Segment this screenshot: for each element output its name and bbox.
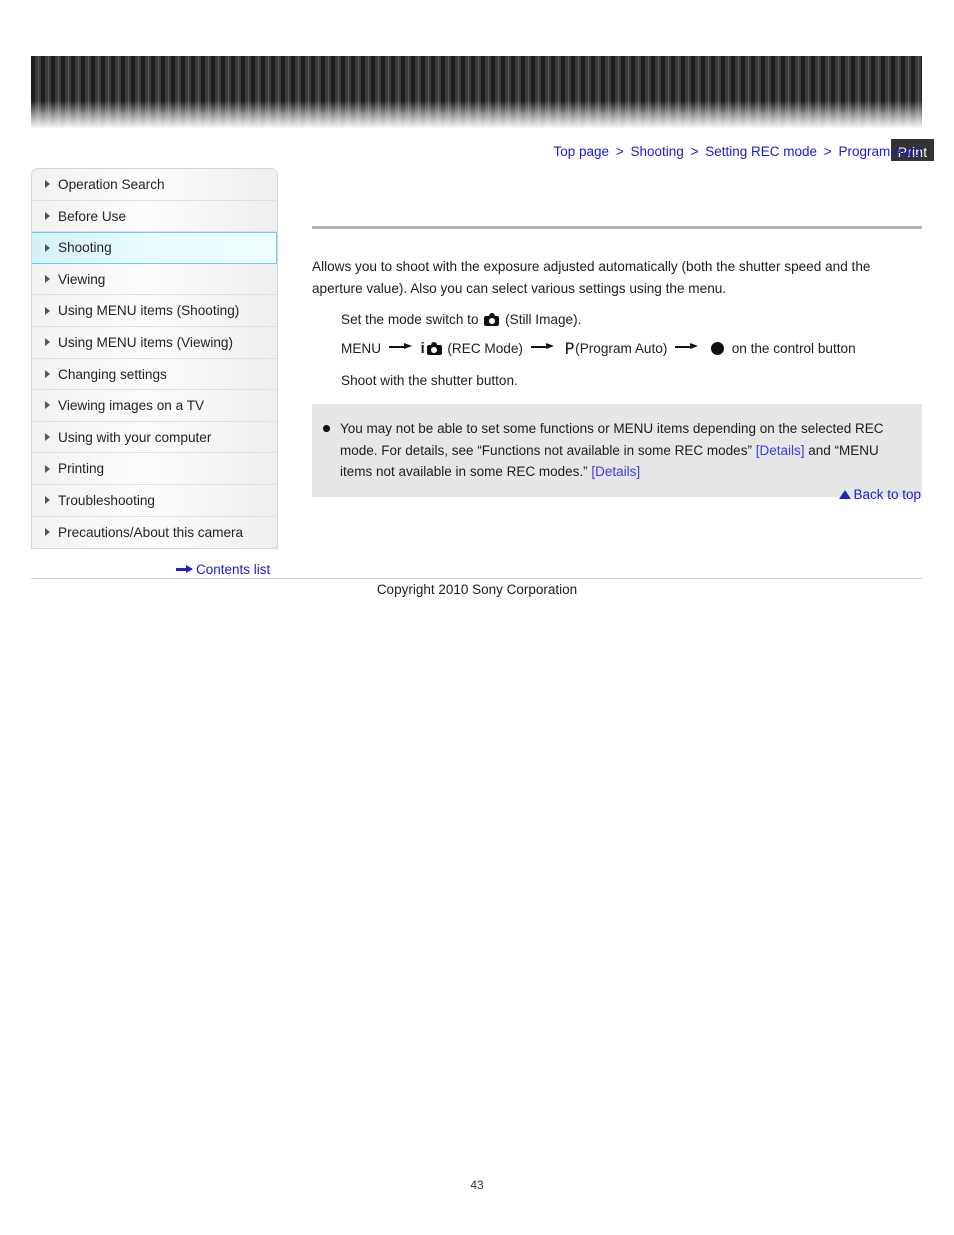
sidebar-item-viewing[interactable]: Viewing — [32, 263, 277, 296]
control-button-label: on the control button — [731, 341, 856, 356]
step-menu-path: MENU i (REC Mode) P(Program Auto) on the… — [341, 337, 922, 361]
arrow-right-icon — [530, 342, 555, 352]
back-to-top-label: Back to top — [853, 487, 921, 502]
sidebar-item-using-menu-items-shooting[interactable]: Using MENU items (Shooting) — [32, 295, 277, 327]
chevron-right-icon — [45, 369, 50, 378]
sidebar-item-label: Shooting — [58, 240, 112, 256]
sidebar-item-label: Viewing images on a TV — [58, 398, 205, 414]
step-shoot-with-shutter: Shoot with the shutter button. — [341, 373, 518, 388]
menu-label: MENU — [341, 341, 382, 356]
note-row: You may not be able to set some function… — [312, 418, 922, 483]
sidebar-item-changing-settings[interactable]: Changing settings — [32, 358, 277, 391]
footer-divider — [31, 578, 922, 579]
chevron-right-icon — [45, 401, 50, 410]
chevron-right-icon — [45, 464, 50, 473]
sidebar-item-using-with-your-computer[interactable]: Using with your computer — [32, 421, 277, 454]
breadcrumb-item-setting-rec-mode[interactable]: Setting REC mode — [705, 144, 817, 159]
contents-list-link[interactable]: Contents list — [176, 562, 270, 577]
arrow-right-icon — [176, 565, 193, 574]
triangle-up-icon — [839, 490, 852, 499]
info-i-glyph: i — [420, 341, 425, 357]
rec-mode-camera-icon — [426, 342, 442, 355]
bullet-icon — [323, 425, 330, 432]
sidebar-item-label: Using MENU items (Viewing) — [58, 334, 233, 350]
sidebar-item-operation-search[interactable]: Operation Search — [32, 169, 277, 201]
intro-paragraph: Allows you to shoot with the exposure ad… — [312, 259, 871, 296]
chevron-right-icon — [45, 433, 50, 442]
step-set-mode-switch: Set the mode switch to (Still Image). — [341, 308, 922, 332]
breadcrumb-item-program-auto[interactable]: Program Auto — [838, 144, 921, 159]
step1-text-before: Set the mode switch to — [341, 312, 479, 327]
arrow-right-icon — [675, 342, 699, 352]
sidebar-item-using-menu-items-viewing[interactable]: Using MENU items (Viewing) — [32, 326, 277, 359]
sidebar-item-label: Printing — [58, 461, 105, 477]
sidebar-item-label: Troubleshooting — [58, 492, 155, 508]
sidebar-item-printing[interactable]: Printing — [32, 453, 277, 485]
sidebar-item-label: Precautions/About this camera — [58, 524, 244, 540]
sidebar-item-label: Changing settings — [58, 366, 167, 382]
sidebar-item-label: Operation Search — [58, 177, 165, 192]
sidebar-item-label: Viewing — [58, 271, 106, 287]
sidebar-item-before-use[interactable]: Before Use — [32, 200, 277, 233]
breadcrumb-separator: > — [615, 144, 624, 159]
chevron-right-icon — [45, 338, 50, 347]
step1-text-after: (Still Image). — [505, 312, 582, 327]
back-to-top-link[interactable]: Back to top — [839, 487, 921, 502]
arrow-right-icon — [388, 342, 413, 352]
sidebar-item-precautions-about-this-camera[interactable]: Precautions/About this camera — [32, 516, 277, 549]
breadcrumb-separator: > — [823, 144, 832, 159]
still-image-camera-icon — [484, 313, 500, 326]
chevron-right-icon — [45, 528, 50, 537]
chevron-right-icon — [45, 496, 50, 505]
control-button-center-icon — [710, 342, 724, 355]
main-content: Allows you to shoot with the exposure ad… — [312, 226, 922, 393]
chevron-right-icon — [45, 211, 50, 220]
details-link-functions[interactable]: [Details] — [756, 443, 805, 458]
chevron-right-icon — [45, 306, 50, 315]
program-auto-p-icon: P — [564, 339, 575, 358]
breadcrumb-separator: > — [690, 144, 699, 159]
sidebar-item-label: Using MENU items (Shooting) — [58, 303, 240, 319]
details-link-menu-items[interactable]: [Details] — [591, 464, 640, 479]
content-divider — [312, 226, 922, 229]
chevron-right-icon — [45, 180, 50, 189]
sidebar-item-label: Using with your computer — [58, 429, 212, 445]
sidebar-item-shooting[interactable]: Shooting — [32, 232, 277, 264]
breadcrumb-item-shooting[interactable]: Shooting — [631, 144, 684, 159]
sidebar-item-troubleshooting[interactable]: Troubleshooting — [32, 484, 277, 517]
note-box: You may not be able to set some function… — [312, 404, 922, 497]
program-auto-label: (Program Auto) — [575, 341, 668, 356]
breadcrumb: Top page > Shooting > Setting REC mode >… — [554, 144, 921, 159]
copyright-text: Copyright 2010 Sony Corporation — [376, 582, 578, 597]
chevron-right-icon — [45, 243, 50, 252]
page-number: 43 — [470, 1178, 484, 1192]
breadcrumb-item-top-page[interactable]: Top page — [554, 144, 610, 159]
sidebar-item-viewing-images-on-a-tv[interactable]: Viewing images on a TV — [32, 390, 277, 422]
header-banner: Print — [31, 56, 936, 163]
contents-list-label: Contents list — [196, 562, 271, 577]
chevron-right-icon — [45, 275, 50, 284]
rec-mode-label: (REC Mode) — [447, 341, 523, 356]
sidebar-item-label: Before Use — [58, 208, 127, 224]
sidebar: Operation Search Before Use Shooting Vie… — [31, 168, 278, 550]
